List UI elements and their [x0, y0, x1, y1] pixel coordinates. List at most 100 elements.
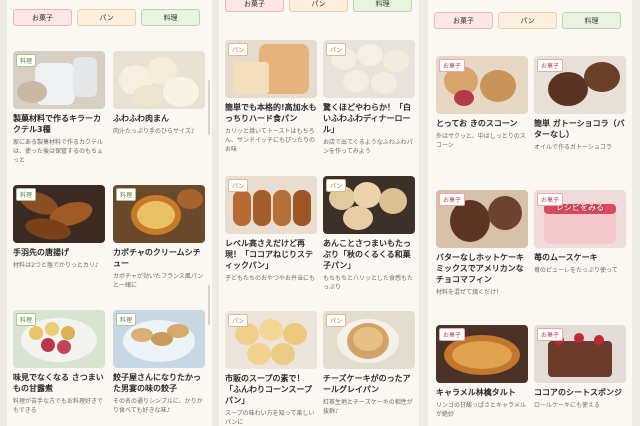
- recipe-description: もちもちとハリッとした食感もたっぷり: [323, 275, 414, 291]
- recipe-photo: お菓子: [436, 190, 528, 248]
- recipe-title: 餃子屋さんになりたかった男宴の味の餃子: [113, 373, 201, 393]
- category-badge: 料理: [16, 54, 37, 67]
- recipe-photo: 料理: [13, 51, 105, 109]
- category-badge: パン: [228, 314, 249, 327]
- recipe-list-panel-1: お菓子 パン 料理 料理 製菓材料で作るキラーカクテル3種 家にある製菓材料で作…: [7, 0, 212, 426]
- recipe-description: 材料は2つと塩でかりっとカリ♪: [13, 262, 99, 269]
- recipe-card[interactable]: パン 簡単でも本格的!高加水もっちりハード食パン カリッと焼いてトーストはもちろ…: [225, 40, 317, 154]
- recipe-card[interactable]: 料理 手羽先の唐揚げ 材料は2つと塩でかりっとカリ♪: [13, 185, 105, 270]
- recipe-photo: パン: [323, 311, 415, 369]
- recipe-card[interactable]: パン 市販のスープの素で！「ふんわりコーンスープパン」 スープの味わい方を知って…: [225, 311, 317, 426]
- scrollbar[interactable]: [208, 285, 210, 325]
- recipe-description: 家にある製菓材料で作るカクテルは、使った後は保管するのもちょっと: [13, 139, 104, 164]
- recipe-description: 紅茶生地とチーズケーキの相性が抜群♪: [323, 399, 413, 415]
- recipe-description: お店で出てくるようなふわふわパンを作ってみよう: [323, 139, 413, 155]
- recipe-card[interactable]: パン レベル高さえだけど再現！「ココアねじりスティックパン」 子どもたちのおやつ…: [225, 176, 317, 283]
- category-badge: お菓子: [537, 59, 564, 72]
- recipe-title: 簡単でも本格的!高加水もっちりハード食パン: [225, 103, 317, 123]
- recipe-card[interactable]: お菓子 とってお きのスコーン 外はサクッと、中はしっとりのスコーン: [436, 56, 528, 150]
- recipe-title: 手羽先の唐揚げ: [13, 248, 69, 257]
- recipe-title: カボチャのクリームシチュー: [113, 248, 201, 268]
- recipe-photo: お菓子: [534, 325, 626, 383]
- recipe-description: ロールケーキにも使える: [534, 402, 600, 409]
- recipe-description: スープの味わい方を知って楽しいパンに: [225, 410, 315, 426]
- tab-bread[interactable]: パン: [289, 0, 348, 12]
- recipe-photo: お菓子 レシピをみる: [534, 190, 626, 248]
- recipe-title: 味見でなくなる さつまいもの甘露煮: [13, 373, 104, 393]
- tab-sweets[interactable]: お菓子: [225, 0, 284, 12]
- recipe-photo: 料理: [13, 185, 105, 243]
- recipe-title: キャラメル林檎タルト: [436, 388, 516, 397]
- recipe-photo: 料理: [13, 310, 105, 368]
- recipe-title: 苺のムースケーキ: [534, 253, 598, 262]
- category-tabs: お菓子 パン 料理: [7, 9, 212, 26]
- recipe-title: あんことさつまいもたっぷり「秋のくるくる和菓子パン」: [323, 239, 411, 270]
- category-badge: 料理: [16, 188, 37, 201]
- recipe-photo: パン: [225, 311, 317, 369]
- recipe-description: カボチャが効いたフランス風パンと一緒に: [113, 273, 204, 289]
- recipe-card[interactable]: パン あんことさつまいもたっぷり「秋のくるくる和菓子パン」 もちもちとハリッとし…: [323, 176, 415, 292]
- tab-cooking[interactable]: 料理: [562, 12, 621, 29]
- recipe-description: 外はサクッと、中はしっとりのスコーン: [436, 133, 526, 149]
- recipe-photo: パン: [323, 176, 415, 234]
- recipe-card[interactable]: お菓子 レシピをみる 苺のムースケーキ 苺のピューレをたっぷり使って: [534, 190, 626, 275]
- recipe-photo: 料理: [113, 310, 205, 368]
- category-tabs: お菓子 パン 料理: [428, 12, 632, 29]
- recipe-photo: お菓子: [534, 56, 626, 114]
- recipe-card[interactable]: ふわふわ肉まん 肉汁たっぷり手のひらサイズ♪: [113, 51, 205, 136]
- recipe-title: 市販のスープの素で！「ふんわりコーンスープパン」: [225, 374, 312, 405]
- recipe-card[interactable]: お菓子 バターなしホットケーキミックスでアメリカンなチョコマフィン 材料を混ぜて…: [436, 190, 528, 297]
- category-badge: パン: [326, 314, 347, 327]
- recipe-list-panel-2: お菓子 パン 料理 パン 簡単でも本格的!高加水もっちりハード食パン カリッと焼…: [219, 0, 419, 426]
- recipe-description: 子どもたちのおやつやお弁当にも: [225, 275, 316, 282]
- recipe-description: 肉汁たっぷり手のひらサイズ♪: [113, 128, 195, 135]
- recipe-title: ココアのシートスポンジ: [534, 388, 622, 397]
- tab-cooking[interactable]: 料理: [141, 9, 200, 26]
- recipe-photo: 料理: [113, 185, 205, 243]
- tab-sweets[interactable]: お菓子: [13, 9, 72, 26]
- recipe-card[interactable]: パン チーズケーキがのったアールグレイパン 紅茶生地とチーズケーキの相性が抜群♪: [323, 311, 415, 416]
- recipe-title: ふわふわ肉まん: [113, 114, 169, 123]
- category-badge: 料理: [16, 313, 37, 326]
- category-badge: 料理: [116, 188, 137, 201]
- recipe-card[interactable]: 料理 味見でなくなる さつまいもの甘露煮 料理が苦手な方でもお料理好きでもできる: [13, 310, 105, 415]
- recipe-title: 簡単 ガトーショコラ（バターなし）: [534, 119, 625, 139]
- recipe-photo: パン: [323, 40, 415, 98]
- recipe-title: レベル高さえだけど再現！「ココアねじりスティックパン」: [225, 239, 313, 270]
- recipe-photo: お菓子: [436, 56, 528, 114]
- recipe-card[interactable]: 料理 製菓材料で作るキラーカクテル3種 家にある製菓材料で作るカクテルは、使った…: [13, 51, 105, 165]
- recipe-card[interactable]: 料理 カボチャのクリームシチュー カボチャが効いたフランス風パンと一緒に: [113, 185, 205, 290]
- recipe-description: カリッと焼いてトーストはもちろん、サンドイッチにもぴったりのお味: [225, 128, 316, 153]
- category-badge: パン: [228, 179, 249, 192]
- recipe-title: とってお きのスコーン: [436, 119, 518, 128]
- recipe-description: リンゴの甘酸っぱさとキャラメルが絶妙: [436, 402, 526, 418]
- recipe-title: 驚くほどやわらか！「白いふわふわディナーロール」: [323, 103, 411, 134]
- category-badge: パン: [326, 43, 347, 56]
- recipe-card[interactable]: 料理 餃子屋さんになりたかった男宴の味の餃子 その名の通りシンプルに、かりかり食…: [113, 310, 205, 415]
- tab-bread[interactable]: パン: [498, 12, 557, 29]
- tab-cooking[interactable]: 料理: [353, 0, 412, 12]
- recipe-card[interactable]: お菓子 キャラメル林檎タルト リンゴの甘酸っぱさとキャラメルが絶妙: [436, 325, 528, 419]
- recipe-card[interactable]: お菓子 簡単 ガトーショコラ（バターなし） オイルで作るガトーショコラ: [534, 56, 626, 152]
- recipe-photo: お菓子: [436, 325, 528, 383]
- recipe-title: 製菓材料で作るキラーカクテル3種: [13, 114, 101, 134]
- recipe-description: オイルで作るガトーショコラ: [534, 144, 612, 151]
- recipe-description: その名の通りシンプルに、かりかり食べても好きな味♪: [113, 398, 203, 414]
- recipe-card[interactable]: お菓子 ココアのシートスポンジ ロールケーキにも使える: [534, 325, 626, 410]
- recipe-list-panel-3: お菓子 パン 料理 お菓子 とってお きのスコーン 外はサクッと、中はしっとりの…: [428, 0, 632, 426]
- scrollbar[interactable]: [208, 80, 210, 135]
- category-tabs: お菓子 パン 料理: [219, 0, 419, 12]
- recipe-description: 材料を混ぜて焼くだけ！: [436, 289, 503, 296]
- view-recipe-overlay[interactable]: レシピをみる: [534, 202, 626, 213]
- recipe-photo: パン: [225, 40, 317, 98]
- category-badge: お菓子: [439, 193, 466, 206]
- tab-sweets[interactable]: お菓子: [434, 12, 493, 29]
- recipe-title: バターなしホットケーキミックスでアメリカンなチョコマフィン: [436, 253, 524, 284]
- recipe-photo: パン: [225, 176, 317, 234]
- recipe-photo: [113, 51, 205, 109]
- category-badge: 料理: [116, 313, 137, 326]
- tab-bread[interactable]: パン: [77, 9, 136, 26]
- recipe-description: 料理が苦手な方でもお料理好きでもできる: [13, 398, 104, 414]
- category-badge: パン: [228, 43, 249, 56]
- recipe-card[interactable]: パン 驚くほどやわらか！「白いふわふわディナーロール」 お店で出てくるようなふわ…: [323, 40, 415, 156]
